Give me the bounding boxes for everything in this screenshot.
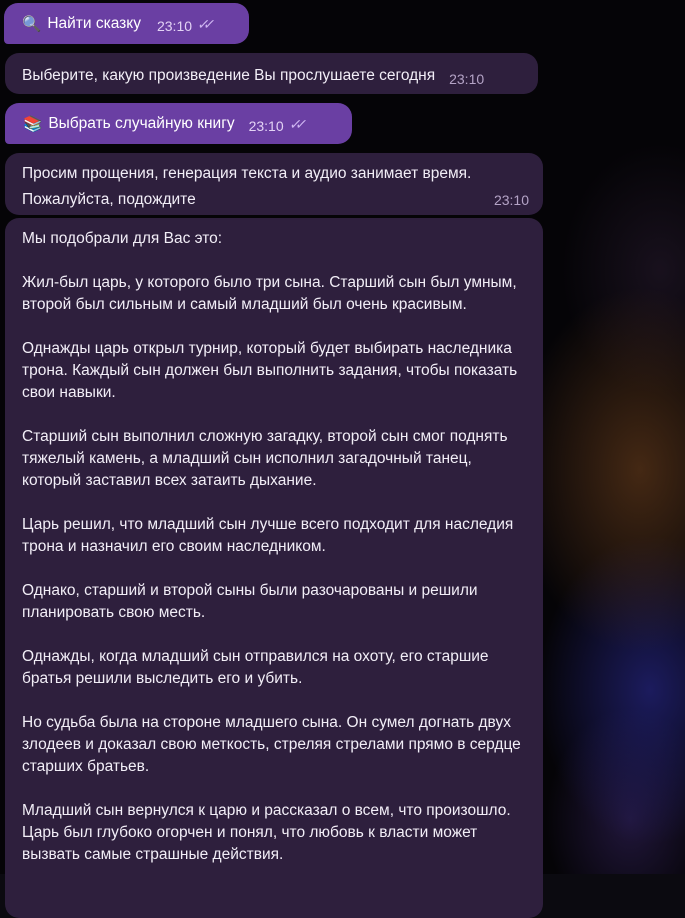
story-paragraph: Однако, старший и второй сыны были разоч… — [22, 582, 478, 621]
message-time: 23:10 — [449, 71, 485, 87]
story-paragraph: Царь решил, что младший сын лучше всего … — [22, 516, 514, 555]
story-message[interactable]: Мы подобрали для Вас это: Жил-был царь, … — [5, 218, 543, 918]
message-text-line: Просим прощения, генерация текста и ауди… — [22, 165, 472, 182]
outgoing-message[interactable]: 🔍 Найти сказку 23:10 ✓✓ — [4, 3, 249, 44]
story-paragraph: Мы подобрали для Вас это: — [22, 230, 223, 247]
message-time: 23:10 — [248, 118, 284, 134]
books-icon: 📚 — [23, 115, 43, 133]
incoming-message[interactable]: Просим прощения, генерация текста и ауди… — [5, 153, 543, 215]
message-text: Выбрать случайную книгу — [48, 115, 235, 132]
story-paragraph: Но судьба была на стороне младшего сына.… — [22, 714, 521, 775]
story-paragraph: Однажды царь открыл турнир, который буде… — [22, 340, 518, 401]
incoming-message[interactable]: Выберите, какую произведение Вы прослуша… — [5, 53, 538, 94]
magnifier-icon: 🔍 — [22, 15, 42, 33]
message-text-line: Пожалуйста, подождите — [22, 191, 196, 208]
read-checks-icon: ✓✓ — [196, 16, 212, 32]
story-paragraph: Младший сын вернулся к царю и рассказал … — [22, 802, 511, 863]
read-checks-icon: ✓✓ — [287, 116, 303, 132]
outgoing-message[interactable]: 📚 Выбрать случайную книгу 23:10 ✓✓ — [5, 103, 352, 144]
message-text: Найти сказку — [47, 15, 141, 32]
message-text: Выберите, какую произведение Вы прослуша… — [22, 67, 436, 84]
story-paragraph: Жил-был царь, у которого было три сына. … — [22, 274, 517, 313]
story-paragraph: Старший сын выполнил сложную загадку, вт… — [22, 428, 508, 489]
story-paragraph: Однажды, когда младший сын отправился на… — [22, 648, 489, 687]
message-time: 23:10 — [156, 18, 193, 34]
message-time: 23:10 — [493, 192, 529, 208]
chat-history[interactable]: 🔍 Найти сказку 23:10 ✓✓ Выберите, какую … — [0, 0, 685, 918]
